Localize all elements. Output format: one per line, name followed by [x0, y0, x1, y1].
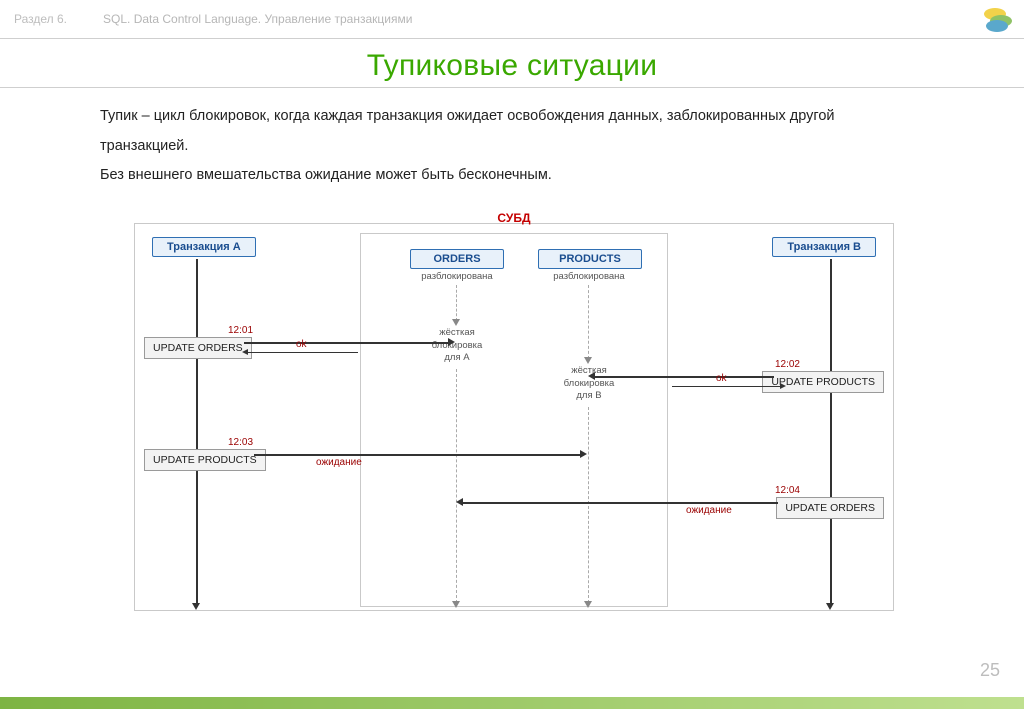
- a1-ok-arrow: [248, 352, 358, 353]
- products-unlocked-label: разблокирована: [536, 271, 642, 283]
- trans-a-lifeline: [196, 259, 198, 605]
- a2-action-box: UPDATE PRODUCTS: [144, 449, 266, 471]
- b2-action-box: UPDATE ORDERS: [776, 497, 884, 519]
- orders-dash2: [456, 369, 457, 603]
- section-label: Раздел 6.: [14, 12, 67, 26]
- trans-b-lifeline: [830, 259, 832, 605]
- footer-bar: [0, 697, 1024, 709]
- dbms-box: [360, 233, 668, 607]
- arrow-left-icon: [242, 349, 248, 355]
- b2-time: 12:04: [775, 485, 800, 496]
- arrow-down-icon: [452, 601, 460, 608]
- b1-ok-label: ok: [716, 373, 727, 384]
- b1-ok-arrow: [672, 386, 782, 387]
- intro-p2: Без внешнего вмешательства ожидание може…: [100, 161, 920, 191]
- deadlock-diagram: СУБД Транзакция А Транзакция В ORDERS ра…: [134, 209, 894, 609]
- a1-arrow-out: [244, 342, 450, 344]
- orders-table-box: ORDERS: [410, 249, 504, 269]
- arrow-left-icon: [456, 498, 463, 506]
- slide-header: Раздел 6. SQL. Data Control Language. Уп…: [0, 0, 1024, 36]
- page-number: 25: [980, 660, 1000, 681]
- dbms-title: СУБД: [134, 211, 894, 225]
- products-lock-b-label: жёсткая блокировка для В: [554, 365, 624, 402]
- arrow-down-icon: [192, 603, 200, 610]
- b1-action-box: UPDATE PRODUCTS: [762, 371, 884, 393]
- b2-wait-label: ожидание: [686, 505, 732, 516]
- intro-p1: Тупик – цикл блокировок, когда каждая тр…: [100, 102, 920, 161]
- orders-lock-a-label: жёсткая блокировка для А: [422, 327, 492, 364]
- a2-time: 12:03: [228, 437, 253, 448]
- products-dash1: [588, 285, 589, 359]
- a1-ok-label: ok: [296, 339, 307, 350]
- a1-action-box: UPDATE ORDERS: [144, 337, 252, 359]
- b1-arrow-out: [594, 376, 774, 378]
- a2-arrow-out: [254, 454, 582, 456]
- products-dash2: [588, 407, 589, 603]
- arrow-down-icon: [584, 357, 592, 364]
- arrow-right-icon: [780, 383, 786, 389]
- transaction-b-box: Транзакция В: [772, 237, 876, 257]
- arrow-right-icon: [448, 338, 455, 346]
- transaction-a-box: Транзакция А: [152, 237, 256, 257]
- orders-dash1: [456, 285, 457, 321]
- b2-arrow-out: [462, 502, 778, 504]
- b1-time: 12:02: [775, 359, 800, 370]
- subtitle-label: SQL. Data Control Language. Управление т…: [103, 12, 412, 26]
- arrow-down-icon: [452, 319, 460, 326]
- orders-unlocked-label: разблокирована: [409, 271, 505, 283]
- arrow-down-icon: [584, 601, 592, 608]
- a2-wait-label: ожидание: [316, 457, 362, 468]
- products-table-box: PRODUCTS: [538, 249, 642, 269]
- arrow-right-icon: [580, 450, 587, 458]
- header-divider: [0, 38, 1024, 39]
- slide-title: Тупиковые ситуации: [0, 49, 1024, 83]
- a1-time: 12:01: [228, 325, 253, 336]
- title-divider: [0, 87, 1024, 88]
- db-logo-icon: [984, 8, 1010, 30]
- arrow-down-icon: [826, 603, 834, 610]
- arrow-left-icon: [588, 372, 595, 380]
- intro-text: Тупик – цикл блокировок, когда каждая тр…: [100, 102, 920, 191]
